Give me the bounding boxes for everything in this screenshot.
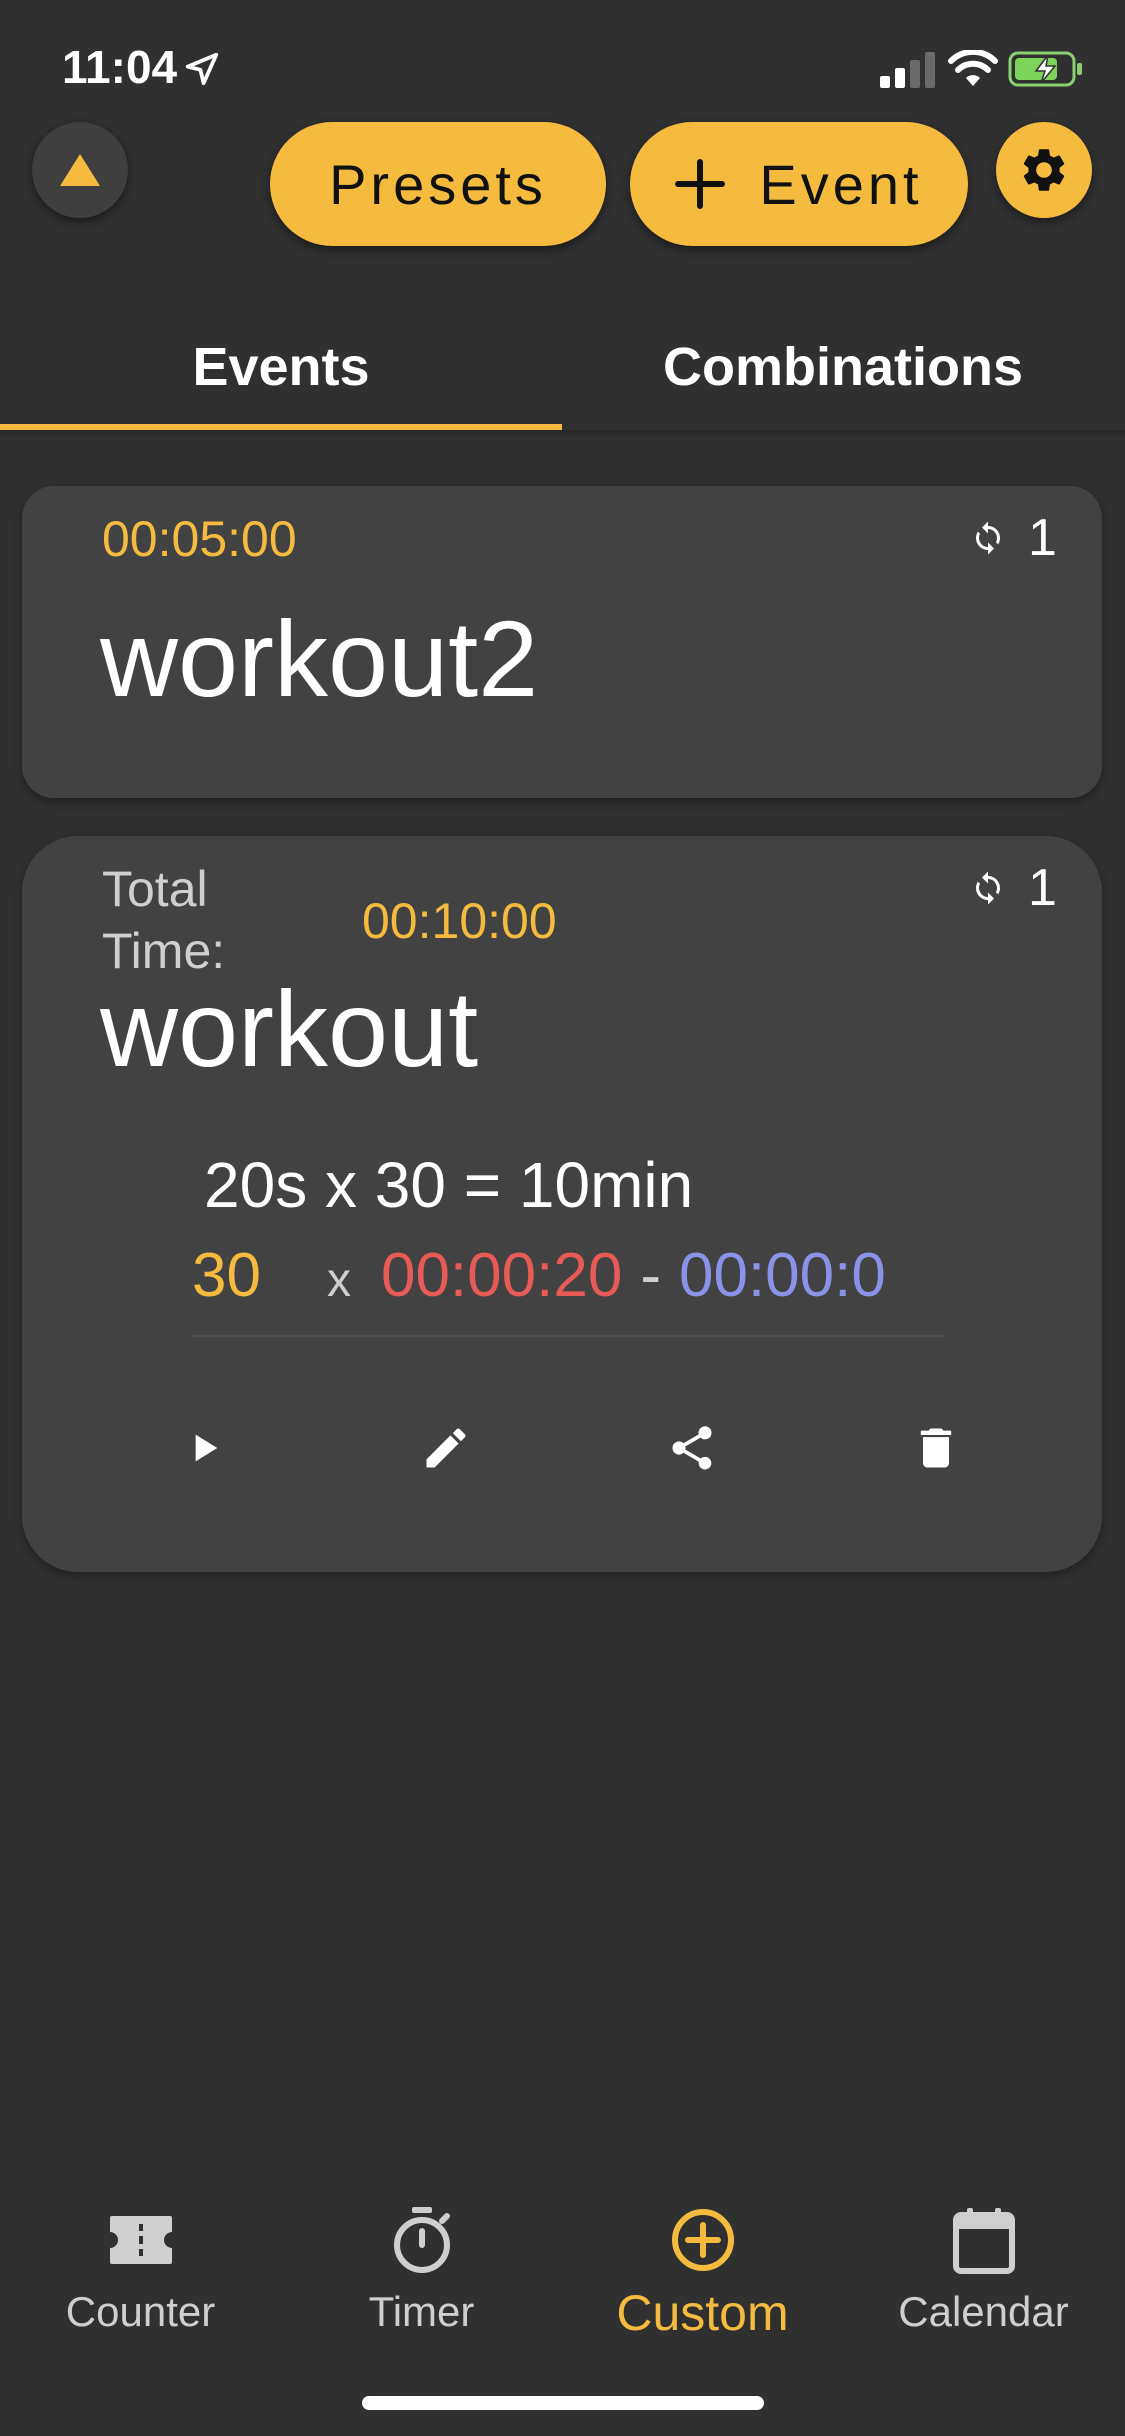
- presets-label: Presets: [329, 152, 547, 216]
- delete-icon: [920, 1428, 952, 1468]
- gear-icon: [1023, 149, 1065, 191]
- work-time: 00:00:20: [380, 1241, 623, 1310]
- nav-calendar[interactable]: Calendar: [843, 2200, 1124, 2336]
- repeat-value: 1: [1028, 509, 1057, 567]
- nav-label: Counter: [65, 2288, 216, 2335]
- add-event-label: Event: [759, 152, 923, 216]
- nav-counter[interactable]: Counter: [0, 2200, 281, 2336]
- play-button[interactable]: [164, 1408, 244, 1488]
- card-divider: [192, 1335, 944, 1337]
- location-arrow-icon: [185, 52, 219, 86]
- edit-button[interactable]: [406, 1408, 486, 1488]
- rounds-count: 30: [192, 1241, 261, 1310]
- tab-divider: [0, 430, 1125, 438]
- dash-symbol: -: [640, 1241, 661, 1310]
- repeat-icon: [976, 871, 1000, 905]
- edit-icon: [426, 1428, 466, 1468]
- event-duration: 00:05:00: [102, 511, 297, 567]
- ticket-icon: [109, 2216, 172, 2264]
- tab-events[interactable]: Events: [0, 336, 562, 432]
- collapse-button[interactable]: [32, 122, 128, 218]
- signal-icon: [880, 52, 935, 88]
- nav-timer[interactable]: Timer: [281, 2200, 562, 2336]
- delete-button[interactable]: [896, 1408, 976, 1488]
- total-time-label: Total Time:: [102, 861, 226, 979]
- interval-formula: 30 x 00:00:20 - 00:00:0: [192, 1240, 886, 1311]
- total-time-value: 00:10:00: [362, 893, 557, 949]
- event-name: workout2: [100, 598, 539, 719]
- nav-label: Custom: [616, 2285, 789, 2341]
- repeat-icon: [976, 521, 1000, 555]
- status-time: 11:04: [62, 41, 178, 93]
- triangle-up-icon: [60, 154, 100, 186]
- add-event-button[interactable]: Event: [630, 122, 968, 246]
- nav-label: Timer: [368, 2288, 475, 2335]
- event-name: workout: [100, 968, 479, 1089]
- stopwatch-icon: [393, 2207, 450, 2273]
- rest-time: 00:00:0: [678, 1241, 886, 1310]
- nav-label: Calendar: [898, 2288, 1069, 2335]
- interval-summary: 20s x 30 = 10min: [204, 1149, 694, 1221]
- share-button[interactable]: [652, 1408, 732, 1488]
- plus-circle-icon: [671, 2209, 734, 2271]
- home-indicator[interactable]: [362, 2396, 764, 2410]
- share-icon: [672, 1426, 712, 1470]
- times-symbol: x: [326, 1254, 351, 1307]
- play-icon: [195, 1434, 218, 1462]
- repeat-value: 1: [1028, 859, 1057, 917]
- wifi-icon: [948, 50, 998, 86]
- nav-custom[interactable]: Custom: [562, 2200, 843, 2342]
- battery-icon: [1008, 51, 1082, 87]
- plus-icon: [675, 159, 726, 209]
- repeat-count: 1: [970, 508, 1057, 568]
- settings-button[interactable]: [996, 122, 1092, 218]
- repeat-count: 1: [970, 858, 1057, 918]
- tab-combinations[interactable]: Combinations: [562, 336, 1124, 432]
- calendar-icon: [952, 2208, 1015, 2274]
- presets-button[interactable]: Presets: [270, 122, 606, 246]
